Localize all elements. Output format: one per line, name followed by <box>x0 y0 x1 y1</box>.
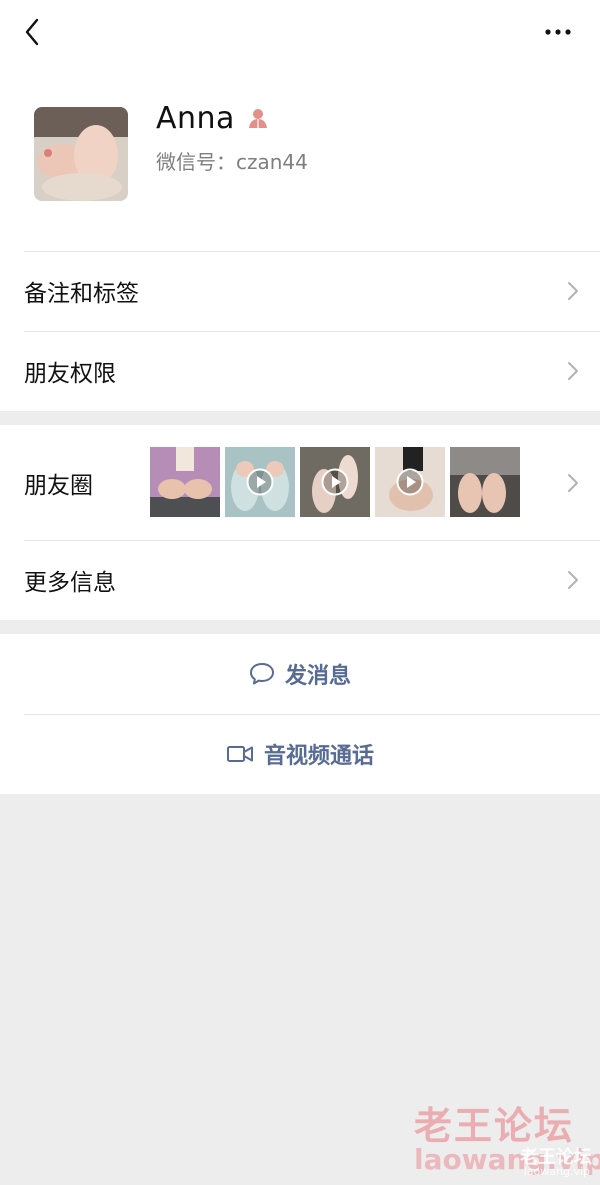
moments-thumbnail[interactable] <box>225 447 295 517</box>
contact-name: Anna <box>156 100 235 136</box>
avatar[interactable] <box>34 107 128 201</box>
video-call-label: 音视频通话 <box>263 744 374 769</box>
remark-tags-row[interactable]: 备注和标签 <box>0 251 600 331</box>
moments-group: 朋友圈 更多信息 <box>0 425 600 620</box>
video-camera-icon <box>226 746 253 762</box>
play-icon <box>246 468 274 496</box>
actions-group: 发消息 音视频通话 <box>0 634 600 794</box>
moments-thumbnail[interactable] <box>375 447 445 517</box>
settings-group: 备注和标签 朋友权限 <box>0 251 600 411</box>
more-options-button[interactable] <box>542 20 578 44</box>
send-message-label: 发消息 <box>284 664 351 689</box>
chevron-right-icon <box>568 282 578 300</box>
wechat-id: 微信号：czan44 <box>156 150 308 174</box>
more-info-label: 更多信息 <box>24 570 116 596</box>
video-call-button[interactable]: 音视频通话 <box>0 714 600 794</box>
chevron-right-icon <box>568 571 578 589</box>
play-icon <box>321 468 349 496</box>
watermark-text: 老王论坛 <box>414 1104 575 1148</box>
chevron-right-icon <box>568 362 578 380</box>
watermark-url-small: laowang.vip <box>523 1165 590 1178</box>
play-icon <box>396 468 424 496</box>
profile-header: Anna 微信号：czan44 <box>0 64 600 251</box>
female-icon <box>248 109 267 128</box>
friend-permissions-row[interactable]: 朋友权限 <box>0 331 600 411</box>
remark-tags-label: 备注和标签 <box>24 281 139 307</box>
chat-bubble-icon <box>249 663 274 685</box>
friend-permissions-label: 朋友权限 <box>24 361 116 387</box>
moments-thumbnail[interactable] <box>300 447 370 517</box>
more-dots-icon <box>545 29 571 35</box>
chevron-left-icon <box>25 18 39 46</box>
moments-thumbnail[interactable] <box>450 447 520 517</box>
name-row: Anna <box>156 98 269 138</box>
moments-label: 朋友圈 <box>24 472 93 499</box>
moments-row[interactable]: 朋友圈 <box>0 425 600 540</box>
moments-thumbnails <box>150 447 520 517</box>
send-message-button[interactable]: 发消息 <box>0 634 600 714</box>
more-info-row[interactable]: 更多信息 <box>0 540 600 620</box>
watermark: 老王论坛 laowang.vip 老王论坛 laowang.vip <box>412 1095 600 1181</box>
moments-thumbnail[interactable] <box>150 447 220 517</box>
chevron-right-icon <box>568 473 578 492</box>
back-button[interactable] <box>18 16 48 48</box>
navigation-bar <box>0 0 600 64</box>
